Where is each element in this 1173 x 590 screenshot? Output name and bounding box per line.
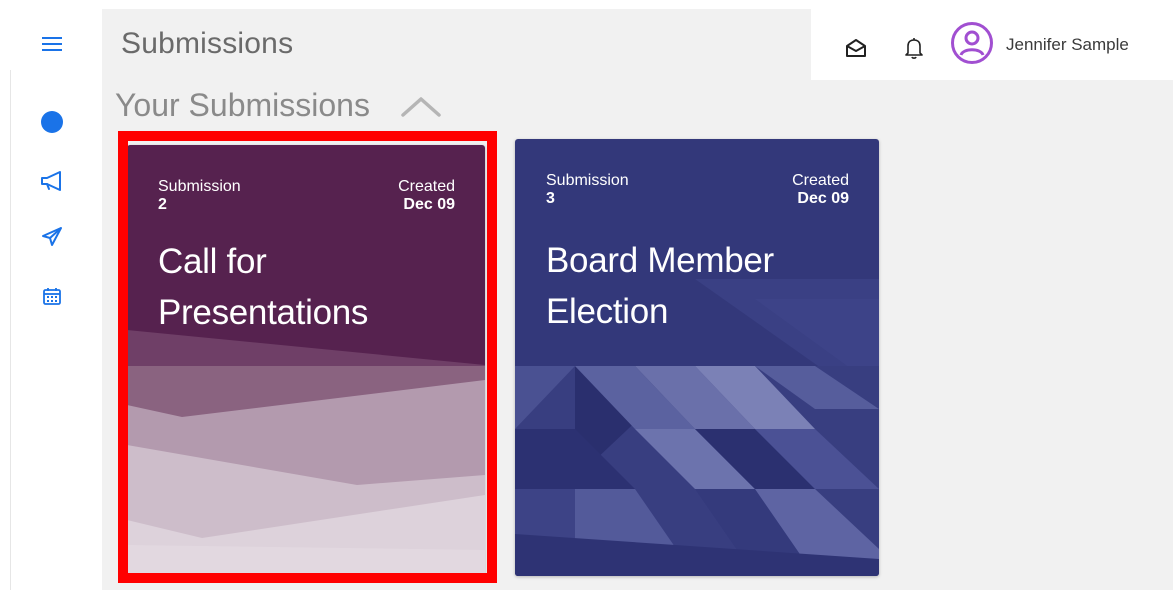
dot-icon[interactable] bbox=[37, 107, 67, 137]
submission-card[interactable]: Submission 3 Created Dec 09 Board Member… bbox=[515, 139, 879, 576]
top-bar: Jennifer Sample bbox=[811, 9, 1173, 80]
section-title: Your Submissions bbox=[115, 87, 370, 123]
sidebar-divider bbox=[10, 70, 11, 590]
created-meta: Created Dec 09 bbox=[792, 172, 849, 208]
paper-plane-icon[interactable] bbox=[37, 222, 67, 252]
app: Submissions Your Submissions Jennifer Sa… bbox=[0, 0, 1173, 590]
user-name[interactable]: Jennifer Sample bbox=[1006, 35, 1129, 55]
submission-number: 3 bbox=[546, 190, 555, 207]
sidebar bbox=[0, 0, 102, 590]
bell-icon[interactable] bbox=[900, 34, 928, 62]
created-label: Created bbox=[398, 178, 455, 195]
chevron-up-icon bbox=[400, 94, 442, 123]
page-title: Submissions bbox=[121, 27, 294, 60]
envelope-open-icon[interactable] bbox=[842, 34, 870, 62]
created-date: Dec 09 bbox=[403, 196, 455, 213]
created-date: Dec 09 bbox=[797, 190, 849, 207]
card-title: Call for Presentations bbox=[158, 242, 369, 332]
megaphone-icon[interactable] bbox=[37, 166, 67, 196]
card-title: Board Member Election bbox=[546, 241, 774, 331]
submission-number: 2 bbox=[158, 196, 167, 213]
submission-card[interactable]: Submission 2 Created Dec 09 Call for Pre… bbox=[127, 145, 485, 576]
created-meta: Created Dec 09 bbox=[398, 178, 455, 214]
calendar-icon[interactable] bbox=[37, 281, 67, 311]
menu-icon[interactable] bbox=[37, 29, 67, 59]
submission-label: Submission bbox=[546, 172, 629, 189]
submission-meta: Submission 3 bbox=[546, 172, 629, 208]
created-label: Created bbox=[792, 172, 849, 189]
submission-meta: Submission 2 bbox=[158, 178, 241, 214]
section-toggle[interactable]: Your Submissions bbox=[115, 87, 442, 124]
user-avatar-icon[interactable] bbox=[950, 21, 994, 65]
submission-label: Submission bbox=[158, 178, 241, 195]
